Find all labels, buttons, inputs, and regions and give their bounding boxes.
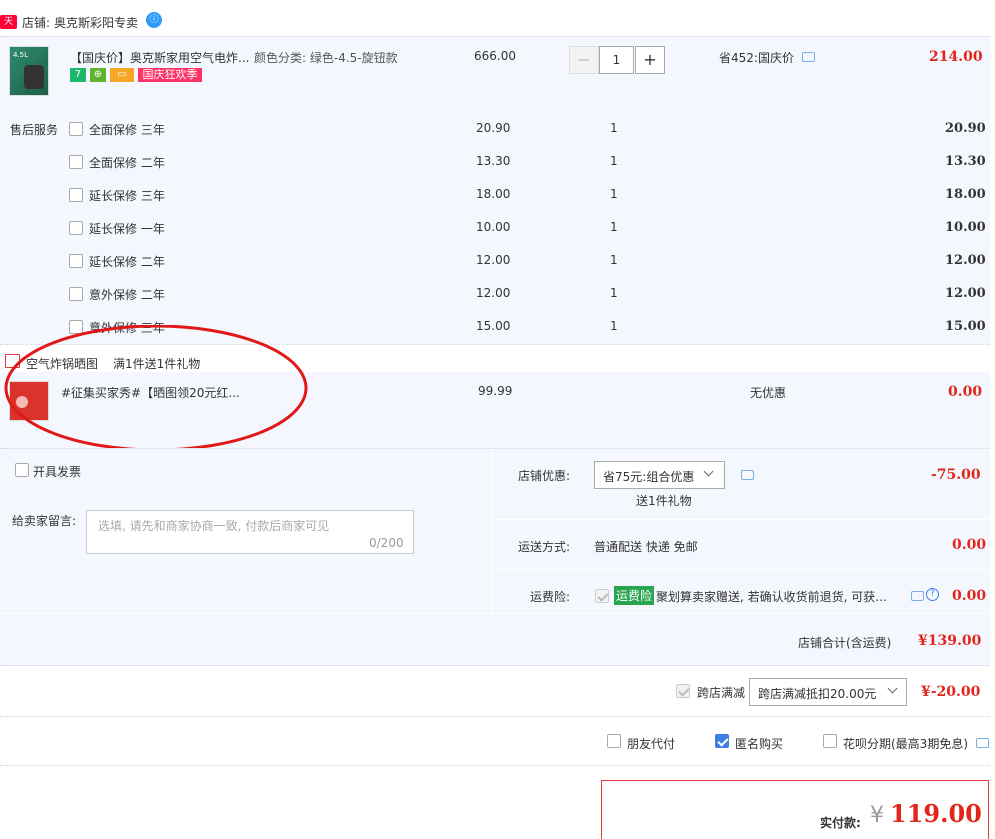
product-row: 4.5L 【国庆价】奥克斯家用空气电炸... 颜色分类: 绿色-4.5-旋钮款 …	[0, 37, 995, 107]
huabei-label: 花呗分期(最高3期免息)	[843, 737, 968, 751]
huabei-info-icon[interactable]	[976, 738, 989, 748]
huabei-checkbox[interactable]	[823, 734, 837, 748]
chevron-down-icon	[887, 683, 898, 694]
warranty-badge-icon: ⊕	[90, 68, 106, 82]
message-textarea[interactable]: 选填, 请先和商家协商一致, 付款后商家可见 0/200	[86, 510, 414, 554]
service-checkbox[interactable]	[69, 155, 83, 169]
insurance-badge: 运费险	[614, 586, 655, 605]
qty-input[interactable]: 1	[599, 46, 634, 74]
service-row[interactable]: 延长保修 二年 12.00 1 12.00	[0, 244, 995, 277]
chat-bubble-icon[interactable]: ⓘ	[146, 12, 162, 28]
shop-discount-select[interactable]: 省75元:组合优惠	[594, 461, 725, 489]
payment-currency: ¥	[870, 803, 884, 828]
help-icon[interactable]: ?	[926, 588, 939, 601]
service-row[interactable]: 全面保修 三年 20.90 1 20.90	[0, 112, 995, 145]
insurance-label: 运费险:	[530, 590, 571, 604]
shop-total-amount: ¥139.00	[918, 633, 982, 649]
message-label: 给卖家留言:	[12, 514, 77, 528]
shop-discount-label: 店铺优惠:	[518, 469, 571, 483]
qty-minus-button[interactable]: −	[569, 46, 599, 74]
payment-amount: 119.00	[890, 799, 982, 828]
shop-label: 店铺:	[22, 16, 51, 30]
card-badge-icon: ▭	[110, 68, 134, 82]
gift-price: 99.99	[478, 384, 513, 398]
insurance-chat-icon[interactable]	[911, 591, 924, 601]
shipping-value: 普通配送 快递 免邮	[594, 540, 698, 554]
service-checkbox[interactable]	[69, 188, 83, 202]
insurance-text: 聚划算卖家赠送, 若确认收货前退货, 可获...	[656, 590, 887, 604]
seven-day-return-badge: 7	[70, 68, 86, 82]
friend-pay-checkbox[interactable]	[607, 734, 621, 748]
insurance-amount: 0.00	[952, 588, 987, 604]
discount-info-icon[interactable]	[802, 52, 815, 62]
service-checkbox[interactable]	[69, 221, 83, 235]
right-panel-divider	[492, 449, 493, 614]
product-discount: 省452:国庆价	[719, 51, 794, 65]
service-checkbox[interactable]	[69, 287, 83, 301]
payment-label: 实付款:	[820, 816, 861, 830]
shop-discount-amount: -75.00	[931, 467, 981, 483]
service-checkbox[interactable]	[69, 254, 83, 268]
gift-total: 0.00	[948, 384, 983, 400]
cross-store-checkbox	[676, 684, 690, 698]
shop-name[interactable]: 奥克斯彩阳专卖	[54, 14, 138, 31]
quantity-stepper[interactable]: − 1 +	[569, 46, 665, 75]
shop-discount-info-icon[interactable]	[741, 470, 754, 480]
row-separator	[493, 569, 990, 570]
divider	[0, 716, 990, 717]
service-row[interactable]: 全面保修 二年 13.30 1 13.30	[0, 145, 995, 178]
anonymous-checkbox[interactable]	[715, 734, 729, 748]
divider	[0, 765, 990, 766]
invoice-label: 开具发票	[33, 465, 82, 479]
friend-pay-label: 朋友代付	[627, 737, 676, 751]
tmall-badge: 天猫	[0, 15, 17, 41]
annotation-ellipse	[4, 325, 308, 452]
cross-store-label: 跨店满减	[697, 686, 746, 700]
cross-store-select[interactable]: 跨店满减抵扣20.00元	[749, 678, 907, 706]
air-fryer-image-icon	[24, 65, 44, 89]
service-row[interactable]: 意外保修 二年 12.00 1 12.00	[0, 277, 995, 310]
row-separator	[493, 519, 990, 520]
shop-total-label: 店铺合计(含运费)	[798, 636, 892, 650]
shipping-amount: 0.00	[952, 537, 987, 553]
product-thumbnail[interactable]: 4.5L	[9, 46, 49, 96]
payment-summary-box: 实付款: ¥ 119.00	[601, 780, 989, 839]
festival-badge: 国庆狂欢季	[138, 68, 202, 82]
product-price: 666.00	[474, 49, 516, 63]
anonymous-label: 匿名购买	[735, 737, 784, 751]
product-spec: 颜色分类: 绿色-4.5-旋钮款	[254, 51, 398, 65]
service-checkbox[interactable]	[69, 122, 83, 136]
insurance-checkbox	[595, 589, 609, 603]
product-total: 214.00	[929, 49, 983, 65]
qty-plus-button[interactable]: +	[635, 46, 665, 74]
service-list: 全面保修 三年 20.90 1 20.90 全面保修 二年 13.30 1 13…	[0, 112, 995, 342]
chevron-down-icon	[703, 466, 714, 477]
cross-store-amount: ¥-20.00	[921, 684, 981, 700]
row-separator	[0, 613, 990, 614]
service-row[interactable]: 延长保修 三年 18.00 1 18.00	[0, 178, 995, 211]
shipping-label: 运送方式:	[518, 540, 571, 554]
service-row[interactable]: 延长保修 一年 10.00 1 10.00	[0, 211, 995, 244]
invoice-checkbox[interactable]	[15, 463, 29, 477]
gift-discount: 无优惠	[750, 386, 787, 400]
shop-discount-sub: 送1件礼物	[636, 494, 692, 508]
product-title[interactable]: 【国庆价】奥克斯家用空气电炸...	[70, 49, 249, 66]
shop-header: 天猫 店铺: 奥克斯彩阳专卖 ⓘ	[0, 10, 995, 41]
